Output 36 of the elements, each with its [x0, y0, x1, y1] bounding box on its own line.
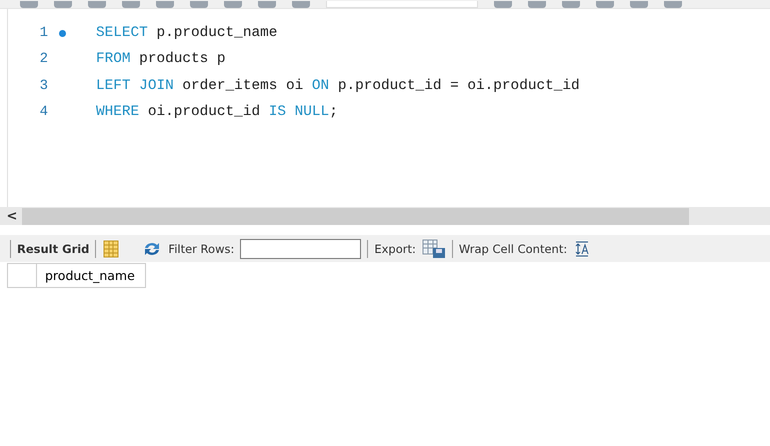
- toolbar-icon[interactable]: [630, 1, 648, 8]
- toolbar-icon[interactable]: [190, 1, 208, 8]
- column-header[interactable]: product_name: [37, 263, 146, 288]
- toolbar-icon[interactable]: [528, 1, 546, 8]
- toolbar-icon[interactable]: [88, 1, 106, 8]
- wrap-cell-content-label: Wrap Cell Content:: [458, 242, 568, 256]
- scroll-left-button[interactable]: <: [0, 208, 22, 224]
- filter-rows-label: Filter Rows:: [168, 242, 234, 256]
- line-number: 1: [38, 25, 48, 42]
- result-grid-tab[interactable]: Result Grid: [17, 242, 90, 256]
- export-icon[interactable]: [422, 238, 446, 258]
- line-number: 4: [38, 104, 48, 120]
- export-label: Export:: [374, 242, 416, 256]
- filter-rows-field[interactable]: [240, 238, 362, 258]
- toolbar-icon[interactable]: [562, 1, 580, 8]
- toolbar-icon[interactable]: [664, 1, 682, 8]
- grid-columns-icon[interactable]: [102, 240, 120, 258]
- toolbar-icon[interactable]: [224, 1, 242, 8]
- code-line: FROM products p: [96, 51, 226, 68]
- code-line: SELECT p.product_name: [96, 25, 278, 42]
- toolbar-icon[interactable]: [292, 1, 310, 8]
- line-number: 2: [38, 51, 48, 68]
- toolbar-icon[interactable]: [122, 1, 140, 8]
- wrap-text-icon[interactable]: [573, 240, 592, 258]
- toolbar-icon[interactable]: [258, 1, 276, 8]
- toolbar-icon[interactable]: [54, 1, 72, 8]
- toolbar-icon[interactable]: [20, 1, 38, 8]
- code-line: LEFT JOIN order_items oi ON p.product_id = oi.product_id: [96, 78, 580, 94]
- row-header-cell: [7, 263, 37, 288]
- line-number: 3: [38, 78, 48, 94]
- scrollbar-thumb[interactable]: [22, 208, 689, 224]
- toolbar-icon[interactable]: [494, 1, 512, 8]
- toolbar-icon[interactable]: [596, 1, 614, 8]
- code-line: WHERE oi.product_id IS NULL;: [96, 104, 338, 120]
- toolbar-icon[interactable]: [156, 1, 174, 8]
- toolbar-field[interactable]: [326, 1, 478, 8]
